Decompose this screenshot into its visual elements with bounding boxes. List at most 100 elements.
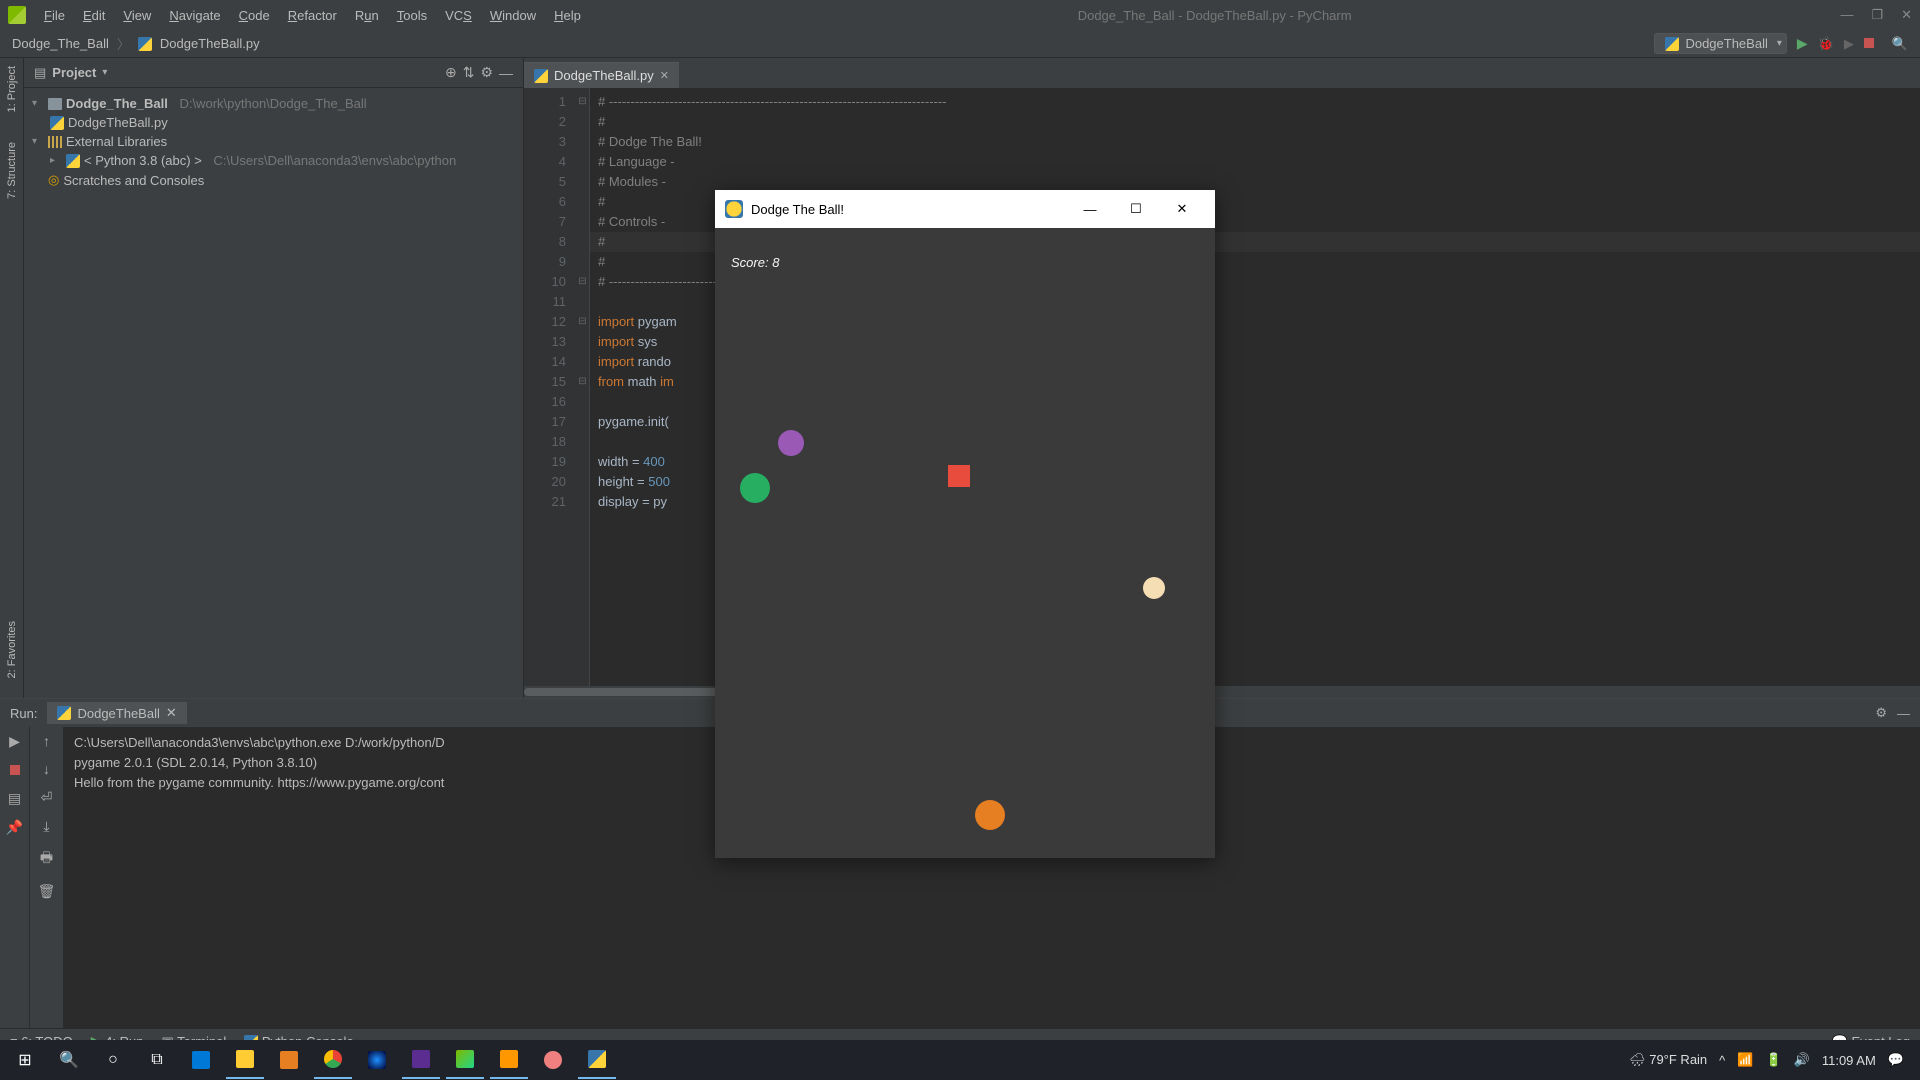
tool-tab-project[interactable]: 1: Project: [6, 66, 18, 112]
menu-vcs[interactable]: VCS: [437, 4, 480, 27]
pycharm-icon[interactable]: [446, 1041, 484, 1079]
player-square: [948, 465, 970, 487]
layout-icon[interactable]: ▤: [8, 790, 21, 807]
minimize-icon[interactable]: —: [1840, 7, 1853, 23]
app-icon[interactable]: [270, 1041, 308, 1079]
expand-icon[interactable]: ⇅: [463, 64, 475, 81]
search-icon[interactable]: 🔍: [1892, 36, 1908, 52]
menu-tools[interactable]: Tools: [389, 4, 435, 27]
close-icon[interactable]: ✕: [1901, 7, 1912, 23]
close-tab-icon[interactable]: ✕: [166, 705, 177, 721]
windows-taskbar: ⊞ 🔍 ○ ⧉ 🌧 79°F Rain ^ 📶 🔋 🔊 11:09 AM 💬: [0, 1040, 1920, 1080]
scratch-icon: ◎: [48, 172, 59, 188]
search-button[interactable]: 🔍: [50, 1041, 88, 1079]
game-canvas[interactable]: Score: 8: [715, 228, 1215, 858]
chevron-down-icon: ▾: [32, 136, 44, 147]
python-file-icon: [138, 37, 152, 51]
notifications-icon[interactable]: 💬: [1888, 1052, 1904, 1068]
stop-icon[interactable]: [1864, 36, 1874, 51]
app2-icon[interactable]: [534, 1041, 572, 1079]
breadcrumb-root[interactable]: Dodge_The_Ball: [12, 36, 109, 51]
stop-icon[interactable]: [10, 762, 20, 778]
game-close-icon[interactable]: ✕: [1159, 201, 1205, 217]
breadcrumb-sep-icon: 〉: [117, 34, 130, 53]
tree-python-path: C:\Users\Dell\anaconda3\envs\abc\python: [213, 153, 456, 168]
score-text: Score: 8: [731, 238, 779, 276]
print-icon[interactable]: 🖶: [40, 847, 53, 871]
breadcrumb-file[interactable]: DodgeTheBall.py: [160, 36, 260, 51]
pygame-link[interactable]: https://www.pygame.org/cont: [278, 775, 445, 790]
locate-icon[interactable]: ⊕: [445, 64, 457, 81]
hide-icon[interactable]: —: [499, 65, 513, 81]
game-titlebar[interactable]: Dodge The Ball! — ☐ ✕: [715, 190, 1215, 228]
run-config-selector[interactable]: DodgeTheBall: [1654, 33, 1786, 54]
library-icon: [48, 136, 62, 148]
trash-icon[interactable]: 🗑: [38, 883, 56, 900]
up-icon[interactable]: ↑: [43, 733, 50, 749]
tree-file[interactable]: DodgeTheBall.py: [24, 113, 523, 132]
tree-project-root[interactable]: ▾ Dodge_The_Ball D:\work\python\Dodge_Th…: [24, 94, 523, 113]
run-icon[interactable]: ▶: [1797, 35, 1808, 52]
menu-navigate[interactable]: Navigate: [161, 4, 228, 27]
rerun-icon[interactable]: ▶: [9, 733, 20, 750]
game-maximize-icon[interactable]: ☐: [1113, 201, 1159, 217]
line-gutter: 123456789101112131415161718192021: [524, 88, 576, 686]
tool-tab-favorites[interactable]: 2: Favorites: [6, 621, 18, 678]
menu-run[interactable]: Run: [347, 4, 387, 27]
pin-icon[interactable]: 📌: [6, 819, 23, 836]
tool-tab-structure[interactable]: 7: Structure: [6, 142, 18, 199]
tree-python-env[interactable]: ▸ < Python 3.8 (abc) > C:\Users\Dell\ana…: [24, 151, 523, 170]
volume-icon[interactable]: 🔊: [1794, 1052, 1810, 1068]
editor-tab[interactable]: DodgeTheBall.py ✕: [524, 62, 679, 88]
navigation-bar: Dodge_The_Ball 〉 DodgeTheBall.py DodgeTh…: [0, 30, 1920, 58]
tree-scratches[interactable]: ◎ Scratches and Consoles: [24, 170, 523, 190]
tray-chevron-icon[interactable]: ^: [1719, 1053, 1725, 1068]
menu-edit[interactable]: Edit: [75, 4, 113, 27]
project-tool-header: ▤ Project ▾ ⊕ ⇅ ⚙ —: [24, 58, 523, 88]
menu-code[interactable]: Code: [231, 4, 278, 27]
menu-refactor[interactable]: Refactor: [280, 4, 345, 27]
menu-help[interactable]: Help: [546, 4, 589, 27]
maximize-icon[interactable]: ❐: [1871, 7, 1883, 23]
python-icon[interactable]: [578, 1041, 616, 1079]
gear-icon[interactable]: ⚙: [1875, 705, 1887, 721]
clock[interactable]: 11:09 AM: [1822, 1053, 1876, 1068]
chrome-icon[interactable]: [314, 1041, 352, 1079]
tree-ext-libs[interactable]: ▾ External Libraries: [24, 132, 523, 151]
enemy-ball: [740, 473, 770, 503]
cortana-button[interactable]: ○: [94, 1041, 132, 1079]
pygame-window[interactable]: Dodge The Ball! — ☐ ✕ Score: 8: [715, 190, 1215, 858]
system-tray[interactable]: 🌧 79°F Rain ^ 📶 🔋 🔊 11:09 AM 💬: [1629, 1052, 1914, 1068]
scroll-icon[interactable]: ⤓: [43, 818, 49, 835]
sublime-icon[interactable]: [490, 1041, 528, 1079]
wrap-icon[interactable]: ⏎: [41, 789, 53, 806]
wifi-icon[interactable]: 📶: [1737, 1052, 1753, 1068]
pycharm-logo-icon: [8, 6, 26, 24]
explorer-icon[interactable]: [226, 1041, 264, 1079]
close-tab-icon[interactable]: ✕: [660, 69, 669, 82]
run-label: Run:: [10, 706, 37, 721]
chevron-down-icon[interactable]: ▾: [102, 67, 107, 78]
down-icon[interactable]: ↓: [43, 761, 50, 777]
debug-icon[interactable]: 🐞: [1818, 36, 1834, 52]
run-tab[interactable]: DodgeTheBall ✕: [47, 702, 186, 724]
menu-file[interactable]: File: [36, 4, 73, 27]
vs-icon[interactable]: [402, 1041, 440, 1079]
store-icon[interactable]: [182, 1041, 220, 1079]
edge-icon[interactable]: [358, 1041, 396, 1079]
tree-project-name: Dodge_The_Ball: [66, 96, 168, 111]
menu-window[interactable]: Window: [482, 4, 544, 27]
hide-icon[interactable]: —: [1897, 706, 1910, 721]
coverage-icon[interactable]: ▶: [1844, 36, 1854, 52]
game-minimize-icon[interactable]: —: [1067, 202, 1113, 217]
python-icon: [66, 154, 80, 168]
tree-scratches-label: Scratches and Consoles: [63, 173, 204, 188]
menu-view[interactable]: View: [115, 4, 159, 27]
taskview-button[interactable]: ⧉: [138, 1041, 176, 1079]
gear-icon[interactable]: ⚙: [480, 64, 493, 81]
tree-file-label: DodgeTheBall.py: [68, 115, 168, 130]
start-button[interactable]: ⊞: [6, 1041, 44, 1079]
enemy-ball: [778, 430, 804, 456]
battery-icon[interactable]: 🔋: [1765, 1052, 1781, 1068]
weather-widget[interactable]: 🌧 79°F Rain: [1629, 1052, 1707, 1068]
